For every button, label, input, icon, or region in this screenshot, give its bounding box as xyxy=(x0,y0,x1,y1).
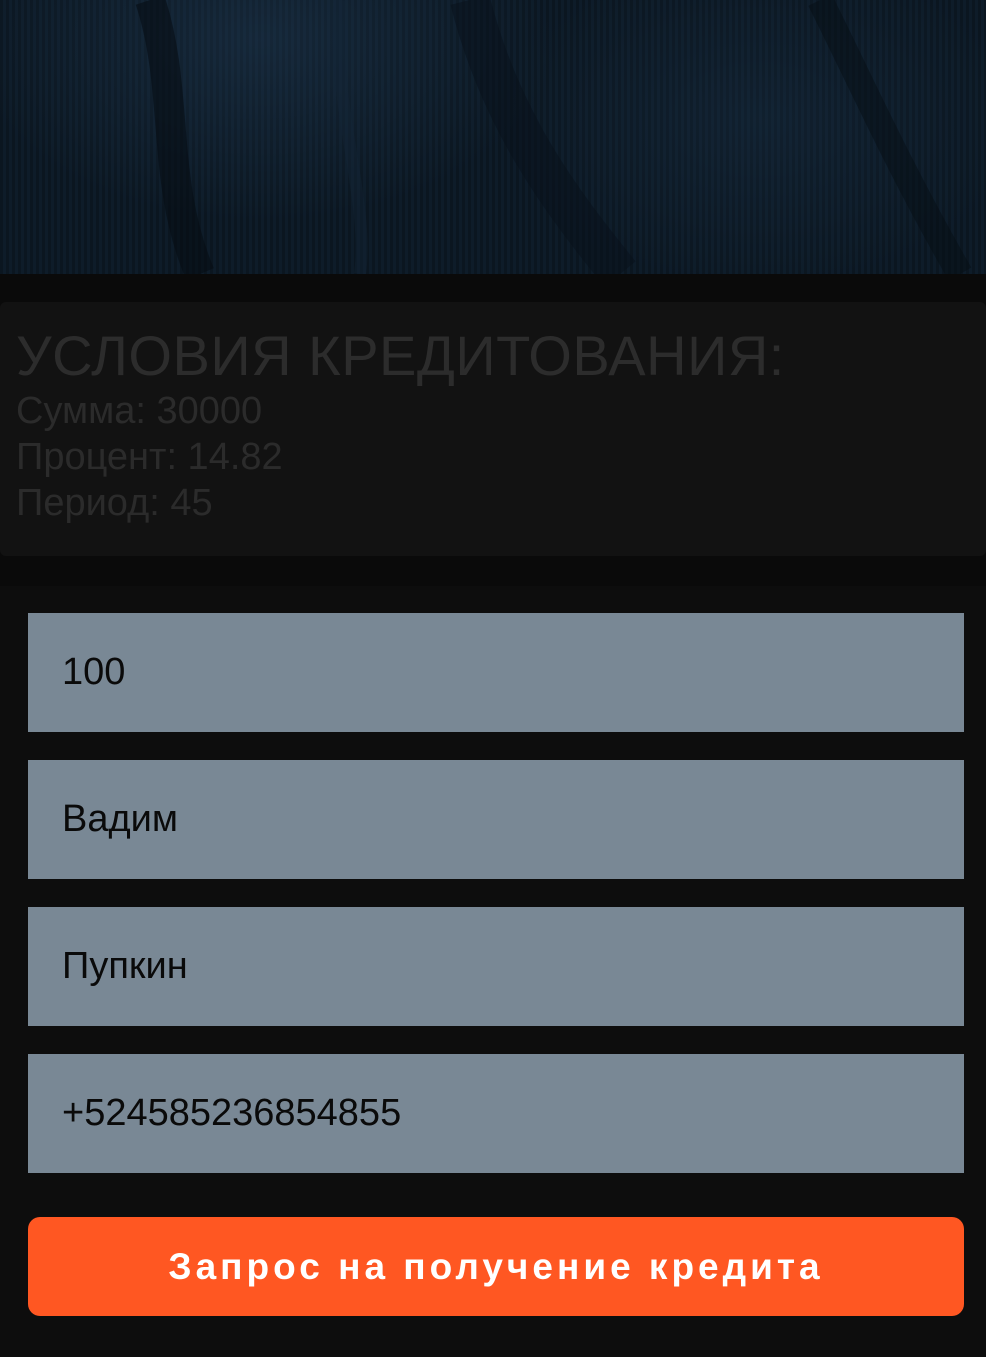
header-background-image xyxy=(0,0,986,274)
last-name-input[interactable] xyxy=(28,907,964,1026)
request-credit-button[interactable]: Запрос на получение кредита xyxy=(28,1217,964,1316)
amount-input[interactable] xyxy=(28,613,964,732)
phone-input[interactable] xyxy=(28,1054,964,1173)
condition-percent: Процент: 14.82 xyxy=(16,436,283,478)
conditions-title: УСЛОВИЯ КРЕДИТОВАНИЯ: xyxy=(16,324,785,387)
condition-period: Период: 45 xyxy=(16,482,213,524)
fabric-folds-decoration xyxy=(135,0,972,274)
condition-sum: Сумма: 30000 xyxy=(16,390,263,432)
credit-conditions-panel: УСЛОВИЯ КРЕДИТОВАНИЯ: Сумма: 30000 Проце… xyxy=(0,302,986,556)
credit-request-form: Запрос на получение кредита xyxy=(0,586,986,1357)
first-name-input[interactable] xyxy=(28,760,964,879)
